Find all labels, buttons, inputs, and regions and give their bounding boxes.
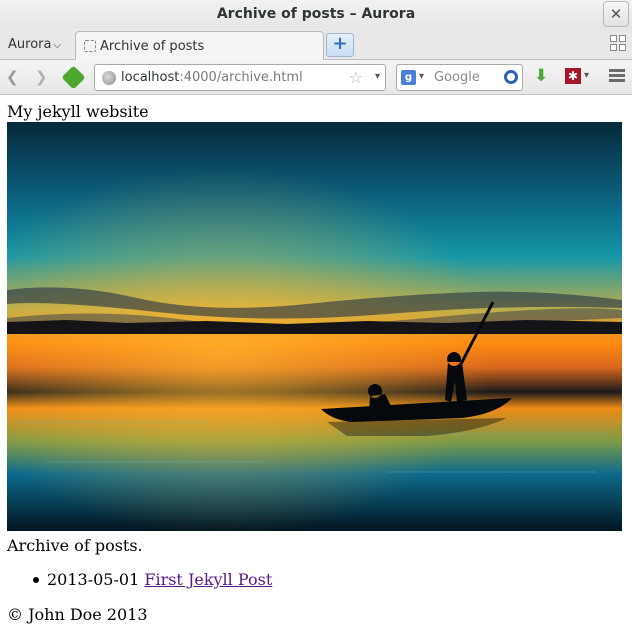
url-path: :4000/archive.html (179, 70, 303, 85)
magnifier-icon[interactable] (504, 70, 518, 84)
home-icon[interactable] (61, 65, 86, 90)
search-placeholder: Google (434, 70, 480, 85)
page-content: My jekyll website Archive of posts. 2013… (0, 96, 632, 636)
site-title: My jekyll website (7, 102, 149, 121)
tab-active[interactable]: Archive of posts (75, 31, 324, 61)
app-menu-label: Aurora (8, 37, 52, 52)
app-menu-button[interactable]: Aurora ⌵ (8, 37, 61, 52)
window-title: Archive of posts – Aurora (216, 6, 416, 22)
tab-label: Archive of posts (100, 39, 205, 54)
post-date: 2013-05-01 (47, 570, 140, 589)
post-link[interactable]: First Jekyll Post (144, 570, 272, 589)
globe-icon (102, 71, 116, 85)
window-titlebar: Archive of posts – Aurora ✕ (0, 0, 632, 28)
footer-copyright: © John Doe 2013 (7, 605, 148, 624)
url-host: localhost (121, 70, 180, 85)
archive-heading: Archive of posts. (7, 536, 143, 555)
back-icon[interactable]: ❮ (6, 68, 19, 86)
tab-bar: Aurora ⌵ Archive of posts + (0, 28, 632, 61)
navigation-toolbar: ❮ ❯ localhost:4000/archive.html ☆ ▾ g ▾ … (0, 60, 632, 95)
addon-icon[interactable]: ✱ (565, 68, 581, 84)
new-tab-button[interactable]: + (326, 33, 354, 57)
chevron-down-icon: ▾ (419, 71, 425, 82)
url-text[interactable]: localhost:4000/archive.html (121, 70, 303, 85)
address-bar[interactable]: localhost:4000/archive.html ☆ ▾ (94, 64, 386, 91)
url-history-dropdown-icon[interactable]: ▾ (375, 71, 380, 82)
download-icon[interactable]: ⬇ (534, 66, 548, 86)
page-favicon-icon (84, 40, 96, 52)
post-list: 2013-05-01 First Jekyll Post (30, 570, 272, 589)
addon-dropdown-icon[interactable]: ▾ (584, 70, 589, 81)
forward-icon[interactable]: ❯ (35, 68, 48, 86)
tab-groups-icon[interactable] (610, 35, 628, 53)
search-engine-icon[interactable]: g (401, 70, 416, 85)
bookmark-star-icon[interactable]: ☆ (349, 68, 363, 87)
search-bar[interactable]: g ▾ Google (396, 64, 523, 91)
hero-image-sunset-boat (7, 122, 622, 531)
list-item: 2013-05-01 First Jekyll Post (30, 570, 272, 589)
close-window-button[interactable]: ✕ (603, 1, 629, 27)
menu-icon[interactable] (609, 69, 625, 83)
chevron-down-icon: ⌵ (53, 40, 62, 51)
